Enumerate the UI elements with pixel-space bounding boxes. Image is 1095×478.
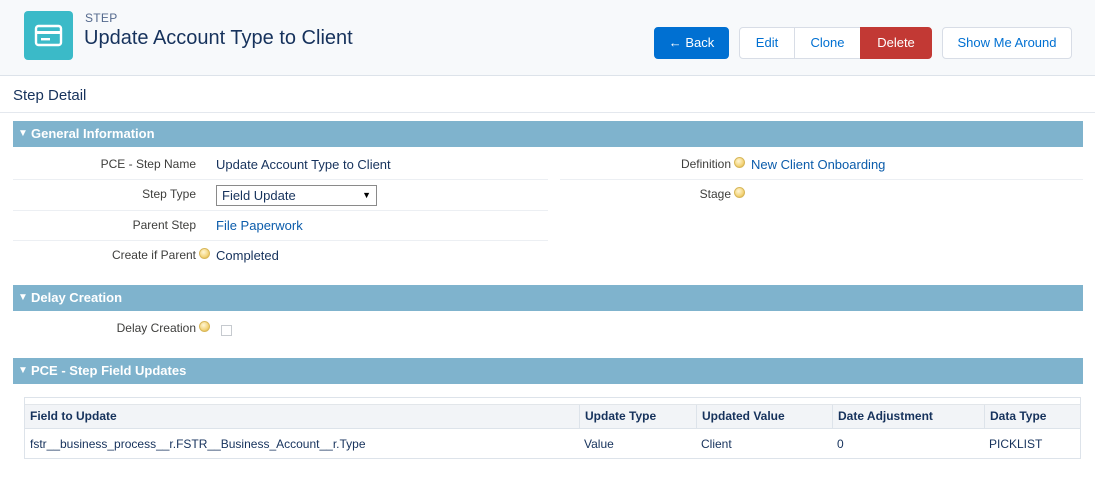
show-me-around-button[interactable]: Show Me Around [942,27,1072,59]
create-if-parent-value: Completed [216,248,279,263]
column-header[interactable]: Updated Value [696,405,832,428]
collapse-triangle-icon[interactable]: ▼ [18,285,28,311]
chevron-down-icon: ▼ [362,190,371,200]
page-title: Update Account Type to Client [84,27,353,49]
help-icon[interactable] [734,187,745,198]
divider [0,112,1095,113]
divider [13,179,548,180]
definition-label: Definition [680,157,731,171]
column-header[interactable]: Update Type [579,405,696,428]
step-detail-title: Step Detail [13,87,87,104]
step-type-label: Step Type [142,187,196,201]
help-icon[interactable] [199,248,210,259]
divider [560,179,1083,180]
step-name-label: PCE - Step Name [100,157,196,171]
table-cell: Client [701,437,732,451]
table-cell: 0 [837,437,844,451]
delete-button[interactable]: Delete [860,27,932,59]
stage-label: Stage [699,187,731,201]
section-general-information[interactable]: ▼ General Information [13,121,1083,147]
create-if-parent-label: Create if Parent [111,248,196,262]
table-cell: Value [584,437,614,451]
table-cell: fstr__business_process__r.FSTR__Business… [30,437,366,451]
help-icon[interactable] [199,321,210,332]
parent-step-label: Parent Step [132,218,196,232]
column-header[interactable]: Data Type [984,405,1080,428]
definition-link[interactable]: New Client Onboarding [751,157,885,172]
table-header: Field to Update Update Type Updated Valu… [25,404,1080,429]
delay-creation-checkbox[interactable] [221,325,232,336]
section-heading: PCE - Step Field Updates [31,363,187,378]
column-header[interactable]: Date Adjustment [832,405,984,428]
section-step-field-updates[interactable]: ▼ PCE - Step Field Updates [13,358,1083,384]
table-cell: PICKLIST [989,437,1043,451]
back-button[interactable]: ← Back [654,27,729,59]
divider [13,210,548,211]
clone-button[interactable]: Clone [794,27,861,59]
step-type-value: Field Update [222,188,296,203]
card-icon [24,11,73,60]
collapse-triangle-icon[interactable]: ▼ [18,121,28,147]
delay-creation-label: Delay Creation [116,321,196,335]
column-header[interactable]: Field to Update [25,405,580,428]
edit-button[interactable]: Edit [739,27,795,59]
section-heading: General Information [31,126,155,141]
field-updates-table: Field to Update Update Type Updated Valu… [24,397,1081,459]
object-type-label: STEP [85,11,118,25]
step-type-select[interactable]: Field Update ▼ [216,185,377,206]
divider [13,240,548,241]
section-heading: Delay Creation [31,290,123,305]
page-header: STEP Update Account Type to Client ← Bac… [0,0,1095,76]
parent-step-link[interactable]: File Paperwork [216,218,303,233]
section-delay-creation[interactable]: ▼ Delay Creation [13,285,1083,311]
step-name-value: Update Account Type to Client [216,157,391,172]
collapse-triangle-icon[interactable]: ▼ [18,358,28,384]
help-icon[interactable] [734,157,745,168]
